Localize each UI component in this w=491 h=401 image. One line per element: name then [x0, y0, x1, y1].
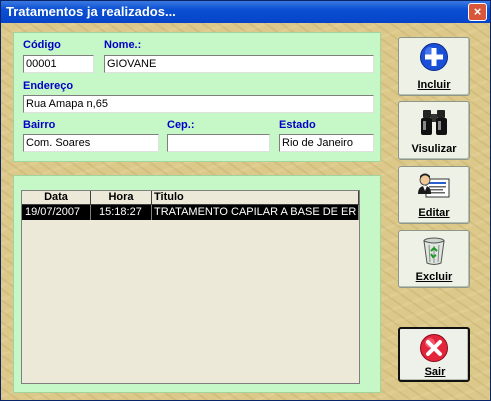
column-header-titulo[interactable]: Titulo — [152, 191, 359, 205]
cep-label: Cep.: — [167, 119, 195, 131]
visualizar-button[interactable]: Visulizar — [398, 101, 470, 160]
bairro-field[interactable]: Com. Soares — [23, 134, 159, 152]
incluir-label: Incluir — [417, 79, 451, 91]
plus-circle-icon — [420, 43, 448, 71]
cep-field[interactable] — [167, 134, 270, 152]
editar-button[interactable]: Editar — [398, 166, 470, 224]
sair-button[interactable]: Sair — [398, 327, 470, 382]
row-cell-hora[interactable]: 15:18:27 — [91, 205, 152, 220]
row-cell-titulo[interactable]: TRATAMENTO CAPILAR A BASE DE ER — [152, 205, 359, 220]
binoculars-icon — [421, 110, 447, 135]
x-circle-icon — [420, 334, 448, 362]
person-card-icon — [418, 173, 450, 198]
excluir-label: Excluir — [415, 271, 453, 283]
column-header-data[interactable]: Data — [22, 191, 91, 205]
close-icon: × — [473, 4, 482, 19]
codigo-label: Código — [23, 39, 61, 51]
incluir-button[interactable]: Incluir — [398, 37, 470, 96]
endereco-field[interactable]: Rua Amapa n,65 — [23, 95, 374, 113]
treatments-grid[interactable]: Data Hora Titulo 19/07/2007 15:18:27 TRA… — [21, 190, 360, 384]
title-bar: Tratamentos ja realizados... × — [1, 1, 490, 23]
estado-field[interactable]: Rio de Janeiro — [279, 134, 374, 152]
window-title: Tratamentos ja realizados... — [6, 4, 176, 19]
column-header-hora[interactable]: Hora — [91, 191, 152, 205]
endereco-label: Endereço — [23, 80, 74, 92]
nome-field[interactable]: GIOVANE — [104, 55, 374, 73]
estado-label: Estado — [279, 119, 316, 131]
recycle-bin-icon — [423, 237, 445, 265]
close-button[interactable]: × — [468, 3, 487, 21]
codigo-field[interactable]: 00001 — [23, 55, 94, 73]
visualizar-label: Visulizar — [411, 143, 457, 155]
nome-label: Nome.: — [104, 39, 142, 51]
row-cell-data[interactable]: 19/07/2007 — [22, 205, 91, 220]
editar-label: Editar — [418, 207, 450, 219]
client-details-panel: Código 00001 Nome.: GIOVANE Endereço Rua… — [13, 32, 381, 162]
bairro-label: Bairro — [23, 119, 56, 131]
excluir-button[interactable]: Excluir — [398, 230, 470, 288]
app-window: Tratamentos ja realizados... × Código 00… — [0, 0, 491, 401]
sair-label: Sair — [424, 366, 446, 378]
